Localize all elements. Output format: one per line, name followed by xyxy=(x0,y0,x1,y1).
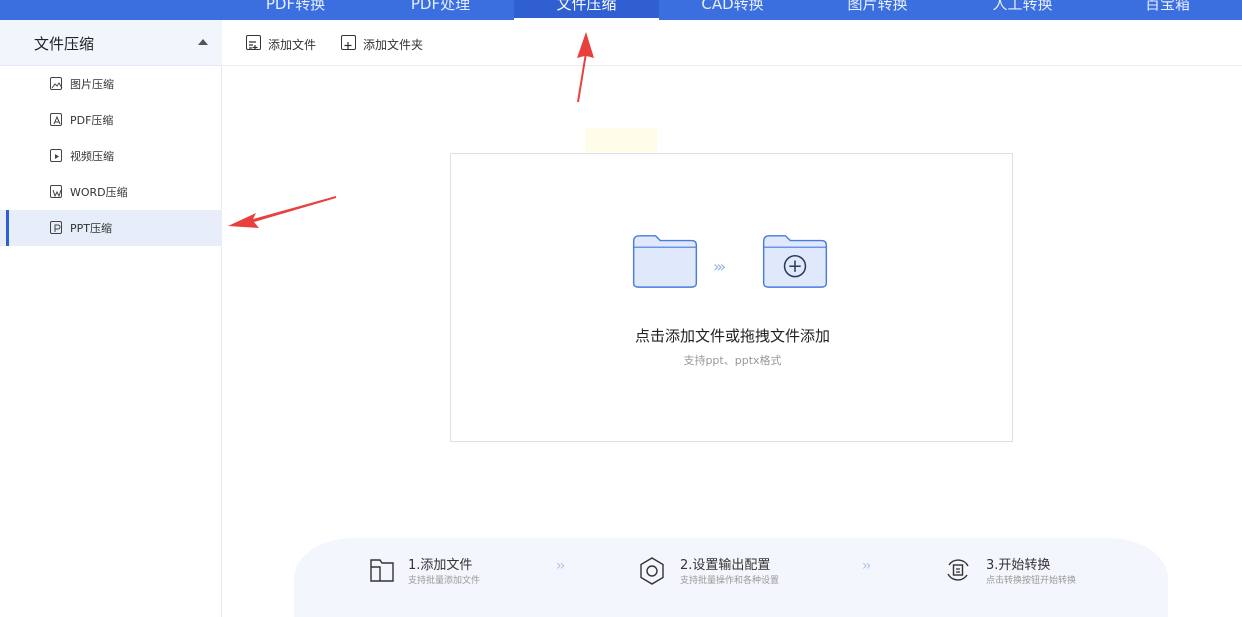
folder-icon xyxy=(632,235,698,288)
tab-image-convert[interactable]: 图片转换 xyxy=(805,0,950,20)
image-icon xyxy=(50,77,63,90)
tab-pdf-process[interactable]: PDF处理 xyxy=(368,0,513,20)
pdf-icon xyxy=(50,113,62,126)
add-file-label: 添加文件 xyxy=(268,38,317,52)
sidebar-item-video-compress[interactable]: 视频压缩 xyxy=(0,138,222,174)
sidebar-item-label: 图片压缩 xyxy=(70,78,114,91)
step-2-title: 2.设置输出配置 xyxy=(680,558,771,573)
add-folder-label: 添加文件夹 xyxy=(363,38,424,52)
sidebar-header[interactable]: 文件压缩 xyxy=(0,20,222,66)
tab-file-compress[interactable]: 文件压缩 xyxy=(514,0,659,20)
step-3-subtitle: 点击转换按钮开始转换 xyxy=(986,576,1077,586)
add-file-step-icon xyxy=(370,559,394,582)
file-dropzone[interactable]: ››› 点击添加文件或拖拽文件添加 支持ppt、pptx格式 xyxy=(450,153,1013,442)
toolbar: 添加文件 添加文件夹 xyxy=(223,20,1242,66)
tab-manual-convert[interactable]: 人工转换 xyxy=(950,0,1095,20)
step-1-subtitle: 支持批量添加文件 xyxy=(408,576,481,586)
add-folder-icon xyxy=(762,235,828,288)
steps-bar: 1.添加文件 支持批量添加文件 ›› 2.设置输出配置 支持批量操作和各种设置 … xyxy=(294,538,1168,617)
add-folder-icon xyxy=(341,35,356,50)
video-icon xyxy=(50,149,62,162)
step-2-subtitle: 支持批量操作和各种设置 xyxy=(680,576,780,586)
settings-icon xyxy=(640,557,664,585)
double-chevron-right-icon: ››› xyxy=(713,257,726,276)
sidebar-title: 文件压缩 xyxy=(34,35,95,53)
word-icon xyxy=(50,185,62,198)
step-1-title: 1.添加文件 xyxy=(408,558,473,573)
tab-toolbox[interactable]: 百宝箱 xyxy=(1095,0,1240,20)
tab-pdf-convert[interactable]: PDF转换 xyxy=(223,0,368,20)
sidebar-item-pdf-compress[interactable]: PDF压缩 xyxy=(0,102,222,138)
dropzone-main-text: 点击添加文件或拖拽文件添加 xyxy=(634,327,830,345)
highlight-mark xyxy=(585,128,657,152)
double-chevron-right-icon: ›› xyxy=(862,558,871,574)
sidebar: 文件压缩 图片压缩 PDF压缩 视频压缩 WORD压缩 PPT压缩 xyxy=(0,20,222,617)
step-3-title: 3.开始转换 xyxy=(986,558,1051,573)
red-arrow-up-annotation xyxy=(577,32,594,102)
dropzone-sub-text: 支持ppt、pptx格式 xyxy=(683,354,782,367)
sidebar-item-ppt-compress[interactable]: PPT压缩 xyxy=(0,210,222,246)
sidebar-item-label: PPT压缩 xyxy=(70,222,112,235)
sidebar-item-word-compress[interactable]: WORD压缩 xyxy=(0,174,222,210)
sidebar-item-image-compress[interactable]: 图片压缩 xyxy=(0,66,222,102)
sidebar-item-label: PDF压缩 xyxy=(70,114,114,127)
caret-up-icon[interactable] xyxy=(198,39,208,45)
top-nav: PDF转换 PDF处理 文件压缩 CAD转换 图片转换 人工转换 百宝箱 xyxy=(0,0,1242,20)
red-arrow-left-annotation xyxy=(228,196,336,228)
add-file-icon xyxy=(246,35,261,50)
sidebar-item-label: 视频压缩 xyxy=(70,150,114,163)
tab-cad-convert[interactable]: CAD转换 xyxy=(660,0,805,20)
sidebar-item-label: WORD压缩 xyxy=(70,186,128,199)
convert-icon xyxy=(947,559,969,581)
double-chevron-right-icon: ›› xyxy=(556,558,565,574)
ppt-icon xyxy=(50,221,62,234)
